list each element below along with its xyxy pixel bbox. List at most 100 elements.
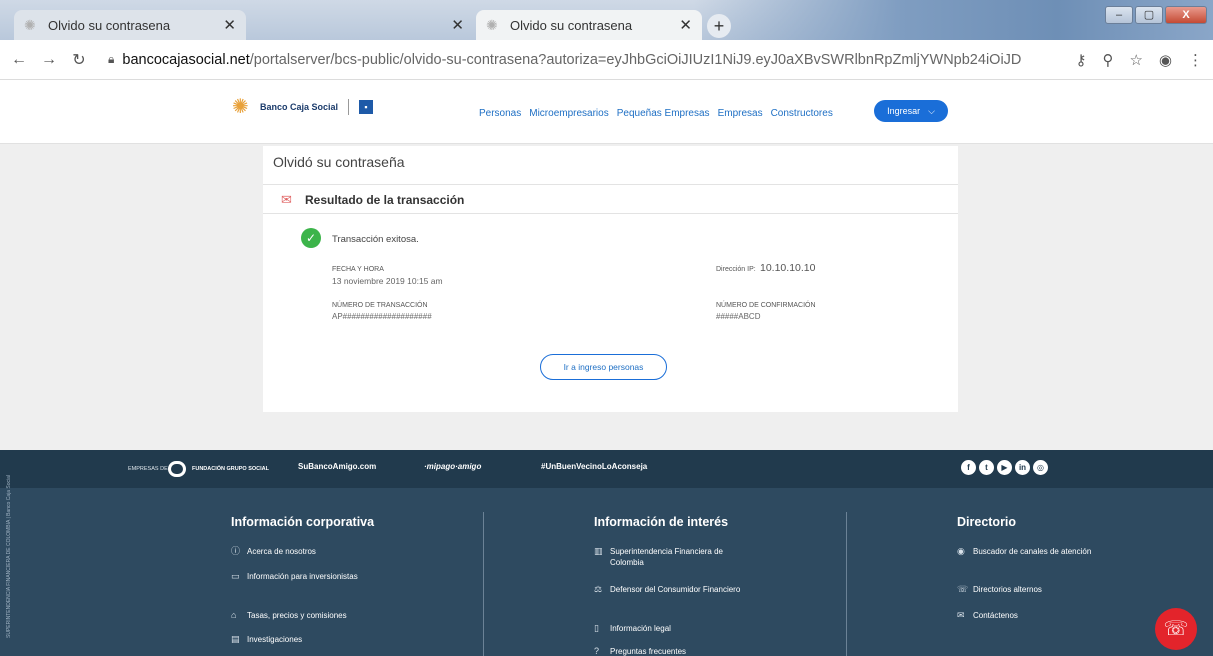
link-informacion-inversionistas[interactable]: ▭ Información para inversionistas: [231, 571, 387, 582]
page-title: Olvidó su contraseña: [273, 154, 405, 170]
forward-arrow-icon[interactable]: →: [38, 51, 60, 69]
confirmation-number-value: #####ABCD: [716, 312, 761, 321]
reload-icon[interactable]: ↻: [68, 50, 90, 70]
link-tasas-precios[interactable]: ⌂ Tasas, precios y comisiones: [231, 610, 417, 621]
linkedin-icon[interactable]: in: [1015, 460, 1030, 475]
superintendencia-side-label: SUPERINTENDENCIA FINANCIERA DE COLOMBIA …: [6, 474, 12, 638]
date-label: FECHA Y HORA: [332, 266, 384, 273]
sun-favicon-icon: ✺: [24, 17, 36, 33]
link-informacion-legal[interactable]: ▯ Información legal: [594, 623, 750, 634]
window-controls: – ▢ X: [1105, 6, 1207, 24]
maximize-icon[interactable]: ▢: [1135, 6, 1163, 24]
browser-tab-2[interactable]: ✕: [248, 10, 474, 40]
scales-icon: ⚖: [594, 584, 603, 594]
directory-title: Directorio: [957, 515, 1017, 529]
tab-title: Olvido su contrasena: [510, 17, 633, 33]
minimize-icon[interactable]: –: [1105, 6, 1133, 24]
menu-microempresarios[interactable]: Microempresarios: [529, 108, 608, 119]
close-tab-icon[interactable]: ✕: [451, 16, 464, 34]
twitter-icon[interactable]: t: [979, 460, 994, 475]
bank-icon: ⌂: [231, 610, 237, 620]
menu-pequenas-empresas[interactable]: Pequeñas Empresas: [617, 108, 710, 119]
confirmation-number-label: NÚMERO DE CONFIRMACIÓN: [716, 302, 816, 309]
star-icon[interactable]: ☆: [1129, 51, 1142, 69]
success-message: Transacción exitosa.: [332, 234, 419, 245]
brand-name: Banco Caja Social: [260, 102, 339, 112]
location-pin-icon: ◉: [957, 546, 965, 556]
browser-tab-bar: ✺ Olvido su contrasena ✕ ✕ ✺ Olvido su c…: [0, 0, 1213, 40]
empresas-de-label: EMPRESAS DE: [128, 466, 168, 472]
mail-icon: ✉: [957, 610, 965, 620]
link-buscador-canales[interactable]: ◉ Buscador de canales de atención: [957, 546, 1093, 557]
link-superintendencia[interactable]: ▥ Superintendencia Financiera de Colombia: [594, 546, 750, 568]
ip-label: Dirección IP:: [716, 266, 756, 273]
main-menu: Personas Microempresarios Pequeñas Empre…: [479, 108, 833, 119]
document-icon: ▤: [231, 634, 240, 644]
menu-constructores[interactable]: Constructores: [771, 108, 833, 119]
transaction-number-label: NÚMERO DE TRANSACCIÓN: [332, 302, 428, 309]
url-domain: bancocajasocial.net: [122, 51, 250, 68]
site-header: ✺ Banco Caja Social ▪ Personas Microempr…: [0, 80, 1213, 144]
footer-divider: [483, 512, 484, 656]
close-tab-icon[interactable]: ✕: [223, 16, 236, 34]
hashtag-link[interactable]: #UnBuenVecinoLoAconseja: [541, 462, 647, 471]
fundacion-label[interactable]: FUNDACIÓN GRUPO SOCIAL: [192, 466, 269, 472]
link-defensor-consumidor[interactable]: ⚖ Defensor del Consumidor Financiero: [594, 584, 750, 595]
interest-info-title: Información de interés: [594, 515, 729, 529]
ip-value: 10.10.10.10: [760, 262, 816, 274]
phone-icon: ☏: [957, 584, 969, 594]
key-icon[interactable]: ⚷: [1075, 51, 1086, 69]
address-bar: ← → ↻ 🔒︎ bancocajasocial.net/portalserve…: [0, 40, 1213, 80]
window-close-icon[interactable]: X: [1165, 6, 1207, 24]
question-icon: ?: [594, 646, 600, 656]
info-icon: ⓘ: [231, 546, 241, 556]
link-directorios-alternos[interactable]: ☏ Directorios alternos: [957, 584, 1113, 595]
mipago-amigo-link[interactable]: ·mipago·amigo: [424, 462, 481, 471]
link-investigaciones[interactable]: ▤ Investigaciones: [231, 634, 387, 645]
footer-divider: [846, 512, 847, 656]
logo-separator: [348, 99, 350, 115]
instagram-icon[interactable]: ◎: [1033, 460, 1048, 475]
subancoamigo-link[interactable]: SuBancoAmigo.com: [298, 462, 376, 471]
go-to-login-button[interactable]: Ir a ingreso personas: [540, 354, 667, 380]
zoom-icon[interactable]: ⚲: [1102, 51, 1113, 69]
chevron-down-icon: ⌵: [928, 105, 935, 116]
section-header: ✉ Resultado de la transacción: [263, 184, 958, 214]
link-contactenos[interactable]: ✉ Contáctenos: [957, 610, 1113, 621]
date-value: 13 noviembre 2019 10:15 am: [332, 276, 443, 286]
link-acerca-de-nosotros[interactable]: ⓘ Acerca de nosotros: [231, 546, 387, 557]
legal-document-icon: ▯: [594, 623, 599, 633]
back-arrow-icon[interactable]: ←: [8, 51, 30, 69]
result-card: Olvidó su contraseña ✉ Resultado de la t…: [263, 146, 958, 412]
call-button-phone-icon[interactable]: ☏: [1155, 608, 1197, 650]
success-check-icon: ✓: [301, 228, 321, 248]
menu-personas[interactable]: Personas: [479, 108, 521, 119]
menu-empresas[interactable]: Empresas: [718, 108, 763, 119]
transaction-icon: ✉: [281, 192, 292, 207]
youtube-icon[interactable]: ▶: [997, 460, 1012, 475]
browser-tab-3[interactable]: ✺ Olvido su contrasena ✕: [476, 10, 702, 40]
transaction-number-value: AP####################: [332, 312, 432, 321]
section-title: Resultado de la transacción: [305, 193, 465, 207]
account-icon[interactable]: ◉: [1159, 51, 1172, 69]
corporate-info-title: Información corporativa: [231, 515, 375, 529]
facebook-icon[interactable]: f: [961, 460, 976, 475]
sun-favicon-icon: ✺: [486, 17, 498, 33]
menu-dots-icon[interactable]: ⋮: [1188, 51, 1203, 69]
browser-tab-1[interactable]: ✺ Olvido su contrasena ✕: [14, 10, 246, 40]
tab-title: Olvido su contrasena: [48, 17, 171, 33]
grupo-social-badge-icon: ▪: [359, 100, 374, 114]
social-links: f t ▶ in ◎: [961, 460, 1048, 475]
footer-info: SUPERINTENDENCIA FINANCIERA DE COLOMBIA …: [0, 474, 1213, 656]
url-field[interactable]: bancocajasocial.net/portalserver/bcs-pub…: [122, 52, 1022, 68]
book-icon: ▭: [231, 571, 240, 581]
link-preguntas-frecuentes[interactable]: ? Preguntas frecuentes: [594, 646, 750, 656]
sun-logo-icon: ✺: [232, 96, 249, 118]
login-button[interactable]: Ingresar ⌵: [874, 100, 948, 122]
lock-icon[interactable]: 🔒︎: [108, 52, 114, 67]
building-icon: ▥: [594, 546, 603, 556]
close-tab-icon[interactable]: ✕: [679, 16, 692, 34]
new-tab-button[interactable]: +: [707, 14, 731, 38]
bank-logo[interactable]: ✺ Banco Caja Social ▪: [232, 96, 374, 118]
login-button-label: Ingresar: [887, 106, 921, 116]
